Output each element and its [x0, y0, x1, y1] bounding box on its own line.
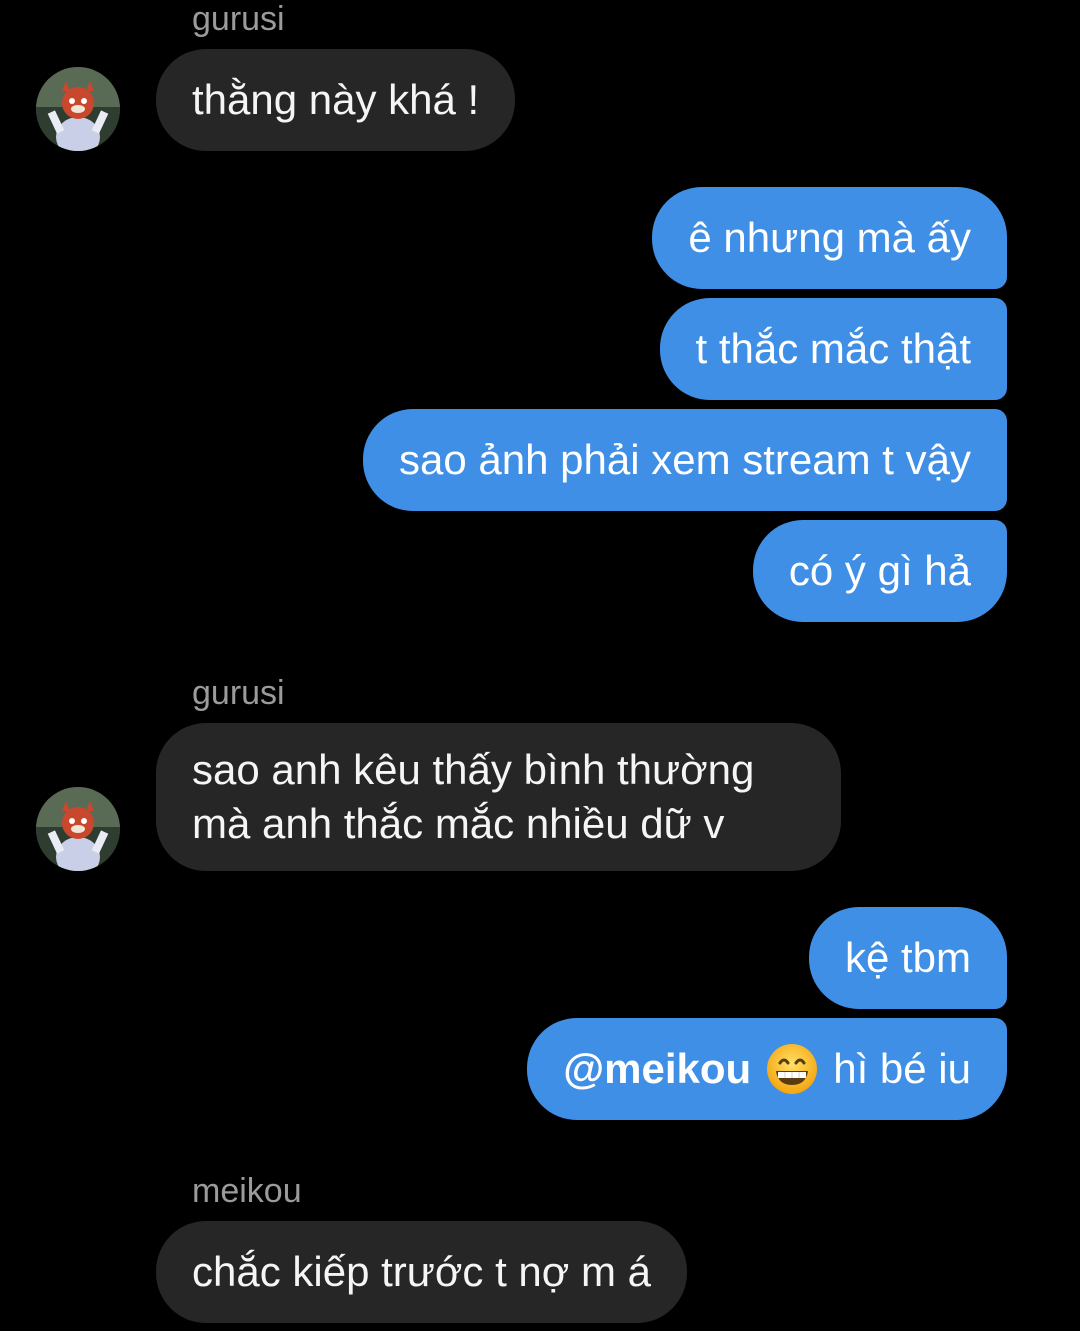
- outgoing-message[interactable]: kệ tbm: [808, 907, 1007, 1009]
- message-text: sao ảnh phải xem stream t vậy: [399, 436, 971, 483]
- message-text: ê nhưng mà ấy: [688, 214, 971, 261]
- avatar-image: [36, 787, 120, 871]
- avatar[interactable]: [36, 67, 120, 151]
- message-text: kệ tbm: [844, 934, 971, 981]
- incoming-message[interactable]: sao anh kêu thấy bình thường mà anh thắc…: [156, 723, 841, 871]
- message-text: thằng này khá !: [192, 76, 480, 123]
- message-text-line: sao anh kêu thấy bình thường: [192, 746, 755, 793]
- message-text: có ý gì hả: [788, 547, 971, 594]
- outgoing-message[interactable]: có ý gì hả: [752, 520, 1007, 622]
- incoming-message[interactable]: chắc kiếp trước t nợ m á: [156, 1221, 688, 1323]
- outgoing-message[interactable]: @meikou hì bé iu: [527, 1018, 1007, 1120]
- grinning-face-emoji: [765, 1042, 819, 1096]
- outgoing-message[interactable]: t thắc mắc thật: [659, 298, 1007, 400]
- sender-name: meikou: [192, 1172, 302, 1210]
- sender-name: gurusi: [192, 674, 285, 712]
- message-text: chắc kiếp trước t nợ m á: [192, 1248, 652, 1295]
- message-text-line: mà anh thắc mắc nhiều dữ v: [192, 800, 725, 847]
- message-text: hì bé iu: [833, 1045, 971, 1092]
- avatar[interactable]: [36, 787, 120, 871]
- avatar-image: [36, 67, 120, 151]
- incoming-message[interactable]: thằng này khá !: [156, 49, 516, 151]
- mention-link[interactable]: @meikou: [563, 1042, 751, 1096]
- sender-name: gurusi: [192, 0, 285, 38]
- outgoing-message[interactable]: ê nhưng mà ấy: [652, 187, 1007, 289]
- message-text: t thắc mắc thật: [695, 325, 971, 372]
- outgoing-message[interactable]: sao ảnh phải xem stream t vậy: [363, 409, 1007, 511]
